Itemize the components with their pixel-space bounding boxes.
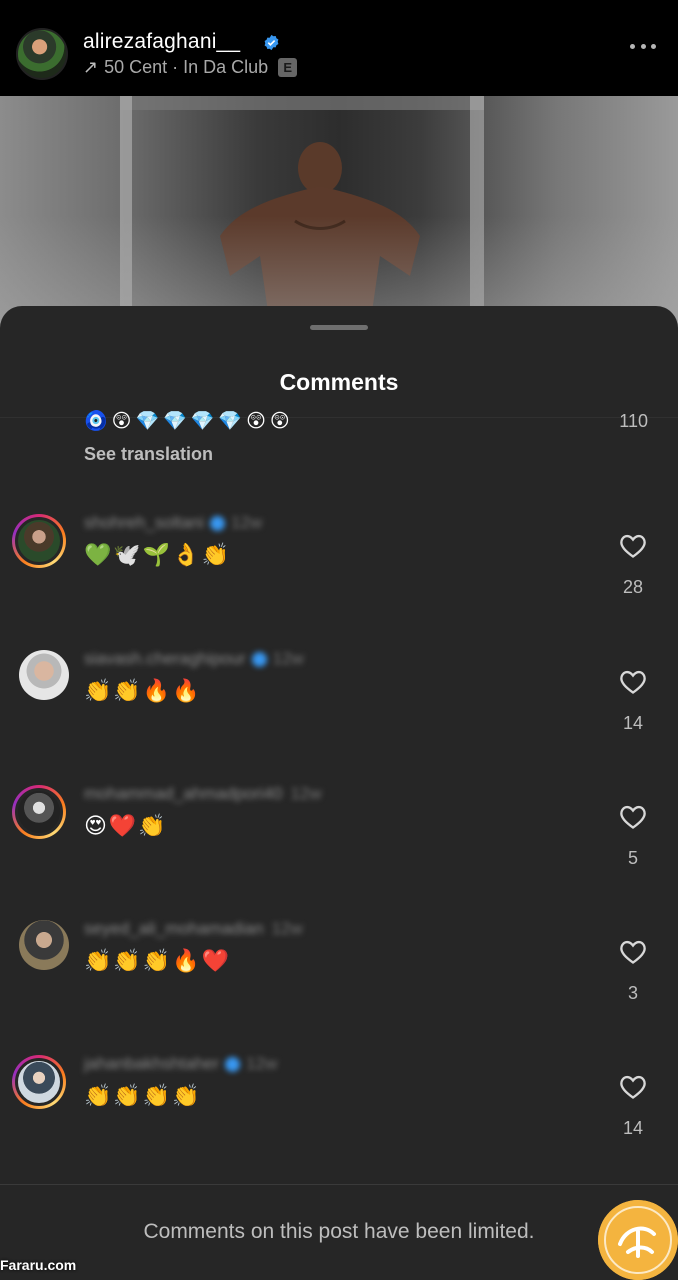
comment-item: mohammad_ahmadpori40 12w 😍❤️👏 5: [0, 782, 678, 882]
comments-sheet: Comments 🧿😲💎💎💎💎😲😲 110 See translation sh…: [0, 306, 678, 1280]
heart-icon[interactable]: [619, 939, 647, 965]
avatar[interactable]: [12, 785, 66, 839]
comment-text: 👏👏👏🔥❤️: [84, 948, 231, 973]
comment-username-text: shohreh_soltani: [84, 513, 205, 532]
heart-icon[interactable]: [619, 533, 647, 559]
verified-icon: [264, 34, 279, 51]
comment-time: 12w: [231, 513, 263, 532]
comments-limited-notice: Comments on this post have been limited.: [143, 1220, 535, 1243]
avatar[interactable]: [12, 1055, 66, 1109]
previous-like-count: 110: [619, 411, 648, 431]
sheet-title: Comments: [279, 369, 399, 395]
comment-username-text: seyed_ali_mohamadian: [84, 919, 264, 938]
more-icon[interactable]: [630, 44, 656, 52]
like-count: 28: [622, 577, 644, 597]
watermark-text: Fararu.com: [0, 1257, 77, 1273]
heart-icon[interactable]: [619, 804, 647, 830]
comment-time: 12w: [246, 1054, 278, 1073]
divider: [0, 1184, 678, 1185]
video-player[interactable]: [0, 96, 678, 336]
avatar[interactable]: [19, 920, 69, 970]
profile-avatar[interactable]: [16, 28, 68, 80]
comment-time: 12w: [290, 784, 322, 803]
avatar[interactable]: [12, 514, 66, 568]
comment-text: 💚🕊️🌱👌👏: [84, 542, 231, 567]
heart-icon[interactable]: [619, 1074, 647, 1100]
verified-icon: [251, 652, 267, 668]
comment-item: siavash.cheraghipour 12w 👏👏🔥🔥 14: [0, 647, 678, 747]
comment-item: shohreh_soltani 12w 💚🕊️🌱👌👏 28: [0, 511, 678, 611]
explicit-badge: E: [278, 58, 298, 77]
see-translation-link[interactable]: See translation: [84, 444, 213, 465]
like-count: 14: [622, 713, 644, 733]
comment-username[interactable]: shohreh_soltani 12w: [84, 513, 262, 533]
comment-text: 😍❤️👏: [84, 813, 168, 838]
heart-icon[interactable]: [619, 669, 647, 695]
like-count: 5: [627, 848, 638, 868]
comment-item: jahanbakhshtaher 12w 👏👏👏👏 14: [0, 1052, 678, 1152]
fararu-logo-icon: [598, 1200, 678, 1280]
comment-username[interactable]: siavash.cheraghipour 12w: [84, 649, 304, 669]
comment-time: 12w: [271, 919, 303, 938]
comment-text: 👏👏👏👏: [84, 1083, 202, 1108]
arrow-up-right-icon: ↗: [83, 57, 99, 77]
comment-username[interactable]: seyed_ali_mohamadian 12w: [84, 919, 303, 939]
avatar[interactable]: [19, 650, 69, 700]
comment-username[interactable]: jahanbakhshtaher 12w: [84, 1054, 277, 1074]
comment-username-text: jahanbakhshtaher: [84, 1054, 220, 1073]
music-info[interactable]: ↗ 50 Cent · In Da Club E: [83, 57, 298, 78]
profile-username[interactable]: alirezafaghani__: [83, 30, 240, 54]
comment-text: 👏👏🔥🔥: [84, 678, 202, 703]
verified-icon: [225, 1057, 241, 1073]
like-count: 3: [627, 983, 638, 1003]
comment-username-text: mohammad_ahmadpori40: [84, 784, 283, 803]
like-count: 14: [622, 1118, 644, 1138]
comment-item: seyed_ali_mohamadian 12w 👏👏👏🔥❤️ 3: [0, 917, 678, 1017]
music-title: 50 Cent · In Da Club: [104, 57, 269, 77]
drag-handle[interactable]: [310, 325, 368, 330]
comment-time: 12w: [272, 649, 304, 668]
verified-icon: [210, 516, 226, 532]
comment-username-text: siavash.cheraghipour: [84, 649, 246, 668]
post-header: alirezafaghani__ ↗ 50 Cent · In Da Club …: [0, 0, 678, 96]
previous-comment-text: 🧿😲💎💎💎💎😲😲: [84, 411, 294, 432]
comment-username[interactable]: mohammad_ahmadpori40 12w: [84, 784, 322, 804]
